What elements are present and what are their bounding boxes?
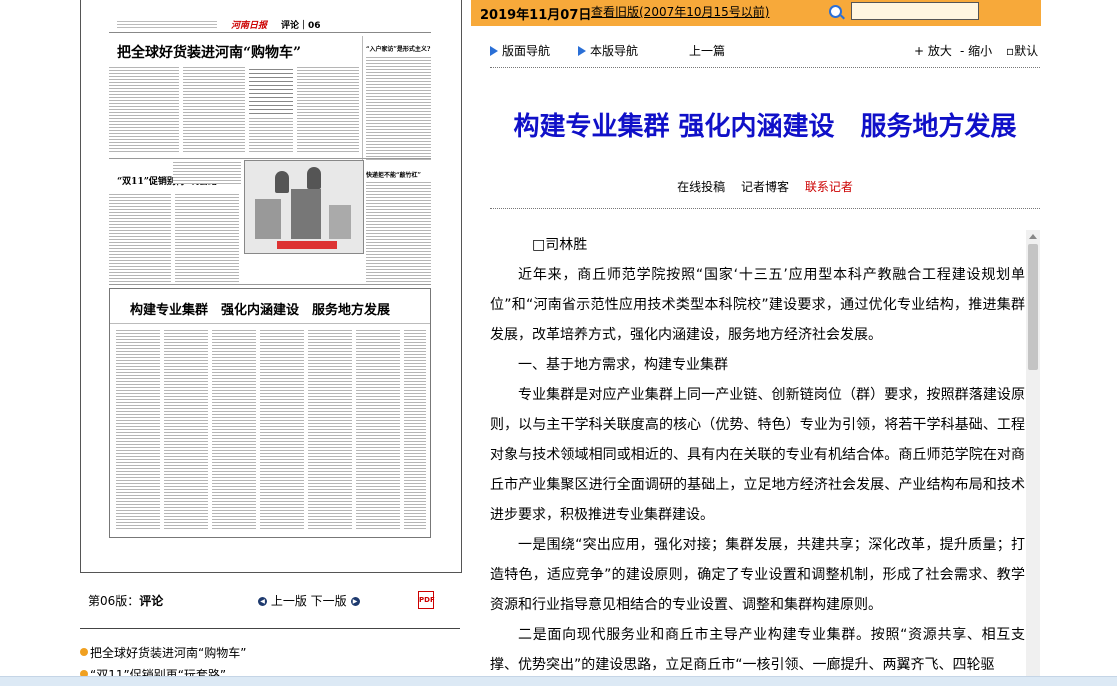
newspaper-page-frame: 河南日报 评论｜06 把全球好货装进河南“购物车” “入户家访”是形式主义? “… (80, 0, 462, 573)
page-label: 第06版：评论 (88, 594, 164, 608)
bullet-icon (80, 648, 88, 656)
article-paragraph: 一是围绕“突出应用，强化对接；集群发展，共建共享；深化改革，提升质量；打造特色，… (490, 537, 1025, 613)
page-pager: ◀ 上一版 下一版 ▶ (258, 592, 360, 609)
prev-page-link[interactable]: 上一版 (271, 594, 307, 608)
article-list-item[interactable]: 把全球好货装进河南“购物车” (80, 646, 470, 668)
reporter-blog-link[interactable]: 记者博客 (741, 180, 789, 194)
header-small-print (117, 20, 217, 28)
newspaper-logo: 河南日报 (231, 21, 268, 31)
search-icon[interactable] (829, 5, 842, 18)
layout-nav-link[interactable]: 版面导航 (490, 42, 550, 59)
top-bar: 2019年11月07日 查看旧版(2007年10月15号以前) (471, 0, 1041, 26)
newspaper-headline-1: 把全球好货装进河南“购物车” (117, 45, 302, 61)
article-scrollbar[interactable] (1026, 230, 1040, 676)
pull-quote (249, 66, 293, 114)
next-page-icon[interactable]: ▶ (350, 597, 360, 606)
newspaper-headline-side: “入户家访”是形式主义? (366, 46, 431, 53)
newspaper-section: 评论｜06 (281, 21, 321, 31)
newspaper-headline-3: 快递拒不能“敲竹杠” (366, 172, 421, 179)
divider (490, 67, 1040, 68)
minus-icon: - (960, 44, 965, 58)
prev-article-link[interactable]: 上一篇 (689, 42, 725, 59)
zoom-default-button[interactable]: ▫默认 (1006, 42, 1038, 59)
article-paragraph: 二是面向现代服务业和商丘市主导产业构建专业集群。按照“资源共享、相互支撑、优势突… (490, 627, 1025, 673)
article-body: □司林胜 近年来，商丘师范学院按照“国家‘十三五’应用型本科产教融合工程建设规划… (490, 230, 1025, 676)
article-paragraph: 近年来，商丘师范学院按照“国家‘十三五’应用型本科产教融合工程建设规划单位”和“… (490, 267, 1025, 343)
article-links: 在线投稿 记者博客 联系记者 (490, 178, 1040, 195)
newspaper-header: 河南日报 评论｜06 (109, 2, 431, 33)
newspaper-cartoon[interactable] (244, 160, 364, 254)
article-paragraph: 一、基于地方需求，构建专业集群 (518, 357, 728, 373)
zoom-in-button[interactable]: + 放大 (914, 42, 952, 59)
cartoon-caption-bar (277, 241, 337, 249)
square-icon: ▫ (1006, 44, 1015, 58)
arrow-right-icon (490, 46, 498, 56)
search-input[interactable] (851, 2, 979, 20)
article-nav: 版面导航 本版导航 上一篇 + 放大 - 缩小 ▫默认 (490, 42, 1040, 64)
newspaper-feature-headline: 构建专业集群 强化内涵建设 服务地方发展 (130, 303, 391, 318)
newspaper-article-1[interactable]: 把全球好货装进河南“购物车” (109, 36, 359, 156)
next-page-link[interactable]: 下一版 (311, 594, 347, 608)
plus-icon: + (914, 44, 925, 58)
old-edition-link[interactable]: 查看旧版(2007年10月15号以前) (591, 3, 769, 20)
prev-page-icon[interactable]: ◀ (258, 597, 267, 606)
article-author: □司林胜 (532, 237, 588, 253)
zoom-out-button[interactable]: - 缩小 (960, 42, 992, 59)
divider (490, 208, 1040, 209)
scroll-up-icon[interactable] (1029, 234, 1037, 239)
newspaper-page-image[interactable]: 河南日报 评论｜06 把全球好货装进河南“购物车” “入户家访”是形式主义? “… (109, 0, 431, 540)
newspaper-article-3[interactable]: 快递拒不能“敲竹杠” (366, 164, 431, 284)
edition-nav-link[interactable]: 本版导航 (578, 42, 638, 59)
article-title: 构建专业集群 强化内涵建设 服务地方发展 (513, 112, 1017, 142)
divider (80, 628, 460, 629)
scrollbar-thumb[interactable] (1028, 244, 1038, 370)
page-info-bar: 第06版：评论 ◀ 上一版 下一版 ▶ PDF (88, 591, 460, 612)
submit-article-link[interactable]: 在线投稿 (677, 180, 725, 194)
newspaper-feature-article[interactable]: 构建专业集群 强化内涵建设 服务地方发展 (109, 288, 431, 538)
left-panel: 河南日报 评论｜06 把全球好货装进河南“购物车” “入户家访”是形式主义? “… (0, 0, 470, 685)
pdf-download-icon[interactable]: PDF (418, 591, 435, 609)
contact-reporter-link[interactable]: 联系记者 (805, 180, 853, 194)
edition-date: 2019年11月07日 (480, 8, 592, 23)
newspaper-side-article[interactable]: “入户家访”是形式主义? (366, 36, 431, 162)
arrow-right-icon (578, 46, 586, 56)
article-paragraph: 专业集群是对应产业集群上同一产业链、创新链岗位（群）要求，按照群落建设原则，以与… (490, 387, 1025, 523)
